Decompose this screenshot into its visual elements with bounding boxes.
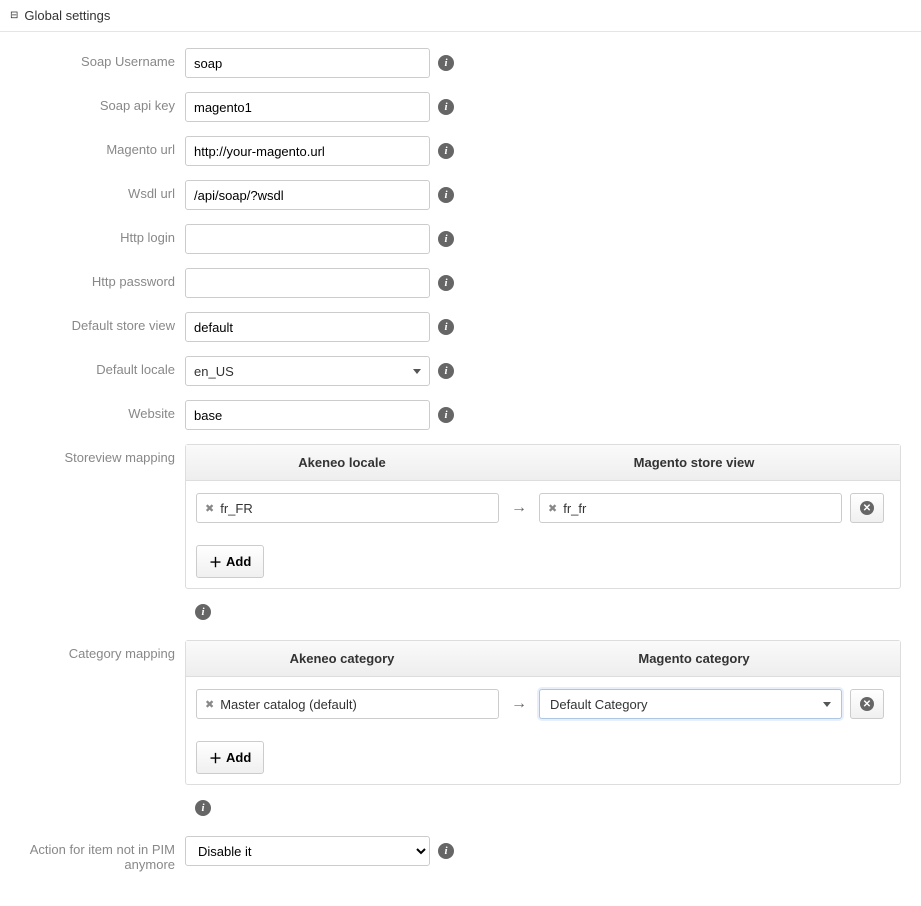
magento-store-view-input[interactable]: ✖ fr_fr <box>539 493 842 523</box>
panel-header[interactable]: ⊟ Global settings <box>0 0 921 32</box>
soap-api-key-input[interactable] <box>185 92 430 122</box>
label-soap-api-key: Soap api key <box>10 92 185 113</box>
wsdl-url-input[interactable] <box>185 180 430 210</box>
col-akeneo-locale: Akeneo locale <box>186 445 498 480</box>
label-action-not-in-pim: Action for item not in PIM anymore <box>10 836 185 872</box>
row-wsdl-url: Wsdl url i <box>10 180 911 210</box>
row-category-mapping: Category mapping Akeneo category Magento… <box>10 640 911 785</box>
clear-icon[interactable]: ✖ <box>205 698 214 711</box>
row-http-password: Http password i <box>10 268 911 298</box>
add-category-button[interactable]: ＋ Add <box>196 741 264 774</box>
info-icon[interactable]: i <box>438 143 454 159</box>
form-body: Soap Username i Soap api key i Magento u… <box>0 32 921 906</box>
label-storeview-mapping: Storeview mapping <box>10 444 185 465</box>
arrow-right-icon: → <box>507 499 531 517</box>
mapping-header: Akeneo category Magento category <box>186 641 900 677</box>
http-password-input[interactable] <box>185 268 430 298</box>
label-wsdl-url: Wsdl url <box>10 180 185 201</box>
info-icon[interactable]: i <box>438 231 454 247</box>
info-icon[interactable]: i <box>438 187 454 203</box>
arrow-right-icon: → <box>507 695 531 713</box>
akeneo-locale-input[interactable]: ✖ fr_FR <box>196 493 499 523</box>
info-icon[interactable]: i <box>438 55 454 71</box>
label-default-store-view: Default store view <box>10 312 185 333</box>
label-website: Website <box>10 400 185 421</box>
close-icon: ✕ <box>860 501 874 515</box>
magento-url-input[interactable] <box>185 136 430 166</box>
akeneo-category-input[interactable]: ✖ Master catalog (default) <box>196 689 499 719</box>
mapping-header: Akeneo locale Magento store view <box>186 445 900 481</box>
row-default-store-view: Default store view i <box>10 312 911 342</box>
magento-category-value: Default Category <box>550 697 648 712</box>
label-category-mapping: Category mapping <box>10 640 185 661</box>
magento-category-select[interactable]: Default Category <box>539 689 842 719</box>
add-label: Add <box>226 750 251 765</box>
default-store-view-input[interactable] <box>185 312 430 342</box>
chevron-down-icon <box>823 702 831 707</box>
storeview-mapping-table: Akeneo locale Magento store view ✖ fr_FR… <box>185 444 901 589</box>
info-icon[interactable]: i <box>438 275 454 291</box>
magento-store-view-value: fr_fr <box>563 501 586 516</box>
label-http-password: Http password <box>10 268 185 289</box>
row-action-not-in-pim: Action for item not in PIM anymore Disab… <box>10 836 911 872</box>
akeneo-locale-value: fr_FR <box>220 501 253 516</box>
website-input[interactable] <box>185 400 430 430</box>
row-website: Website i <box>10 400 911 430</box>
delete-row-button[interactable]: ✕ <box>850 493 884 523</box>
soap-username-input[interactable] <box>185 48 430 78</box>
clear-icon[interactable]: ✖ <box>548 502 557 515</box>
label-soap-username: Soap Username <box>10 48 185 69</box>
info-icon[interactable]: i <box>438 407 454 423</box>
info-icon[interactable]: i <box>438 319 454 335</box>
default-locale-value: en_US <box>194 364 234 379</box>
akeneo-category-value: Master catalog (default) <box>220 697 357 712</box>
info-icon[interactable]: i <box>438 99 454 115</box>
plus-icon: ＋ <box>209 748 222 767</box>
panel-title: Global settings <box>24 8 110 23</box>
mapping-row: ✖ fr_FR → ✖ fr_fr ✕ <box>186 481 900 535</box>
col-magento-store-view: Magento store view <box>538 445 850 480</box>
plus-icon: ＋ <box>209 552 222 571</box>
col-magento-category: Magento category <box>538 641 850 676</box>
delete-row-button[interactable]: ✕ <box>850 689 884 719</box>
add-label: Add <box>226 554 251 569</box>
label-magento-url: Magento url <box>10 136 185 157</box>
chevron-down-icon <box>413 369 421 374</box>
clear-icon[interactable]: ✖ <box>205 502 214 515</box>
global-settings-panel: ⊟ Global settings Soap Username i Soap a… <box>0 0 921 906</box>
mapping-row: ✖ Master catalog (default) → Default Cat… <box>186 677 900 731</box>
default-locale-select[interactable]: en_US <box>185 356 430 386</box>
action-not-in-pim-select[interactable]: Disable it <box>185 836 430 866</box>
close-icon: ✕ <box>860 697 874 711</box>
category-mapping-table: Akeneo category Magento category ✖ Maste… <box>185 640 901 785</box>
info-icon[interactable]: i <box>195 800 211 816</box>
collapse-icon: ⊟ <box>10 10 18 21</box>
row-default-locale: Default locale en_US i <box>10 356 911 386</box>
label-default-locale: Default locale <box>10 356 185 377</box>
row-storeview-mapping: Storeview mapping Akeneo locale Magento … <box>10 444 911 589</box>
info-icon[interactable]: i <box>195 604 211 620</box>
http-login-input[interactable] <box>185 224 430 254</box>
info-icon[interactable]: i <box>438 363 454 379</box>
col-akeneo-category: Akeneo category <box>186 641 498 676</box>
label-http-login: Http login <box>10 224 185 245</box>
row-magento-url: Magento url i <box>10 136 911 166</box>
row-soap-username: Soap Username i <box>10 48 911 78</box>
row-http-login: Http login i <box>10 224 911 254</box>
add-storeview-button[interactable]: ＋ Add <box>196 545 264 578</box>
info-icon[interactable]: i <box>438 843 454 859</box>
row-soap-api-key: Soap api key i <box>10 92 911 122</box>
